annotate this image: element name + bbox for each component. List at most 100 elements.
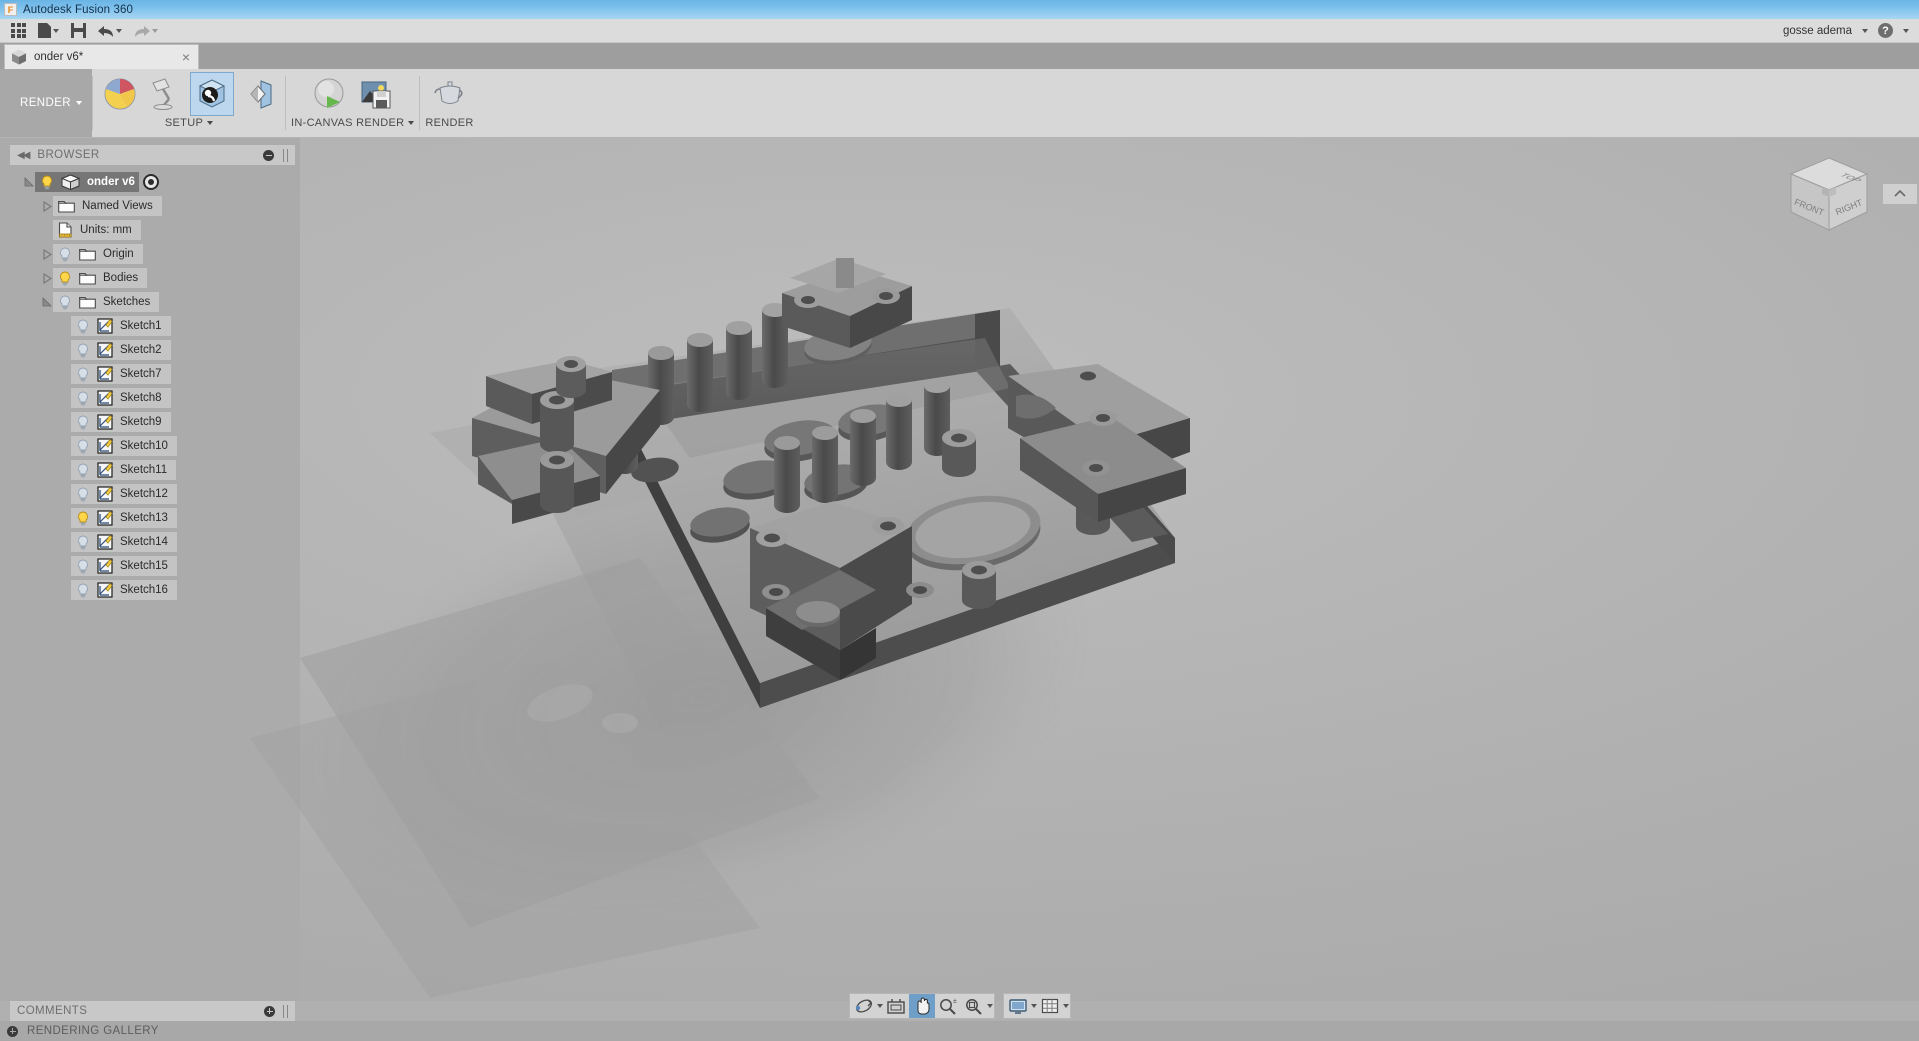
help-icon[interactable]: ? xyxy=(1878,23,1893,38)
tree-row-sketch11[interactable]: Sketch11 xyxy=(10,458,300,482)
tree-item-sketch16[interactable]: Sketch16 xyxy=(71,580,177,600)
light-bulb-icon[interactable] xyxy=(76,391,90,406)
collapse-ribbon-button[interactable] xyxy=(1883,184,1917,204)
zoom-button[interactable]: ± xyxy=(935,994,961,1018)
tree-item-sketch14[interactable]: Sketch14 xyxy=(71,532,177,552)
scene-settings-button[interactable] xyxy=(144,72,188,116)
capture-image-button[interactable] xyxy=(354,72,398,116)
tree-item-bodies[interactable]: Bodies xyxy=(53,268,148,288)
undo-button[interactable] xyxy=(93,20,127,42)
panel-resize-grip[interactable] xyxy=(283,1004,288,1018)
target-dot-icon[interactable] xyxy=(142,174,159,190)
tree-row-named-views[interactable]: Named Views xyxy=(10,194,300,218)
tree-item-sketch9[interactable]: Sketch9 xyxy=(71,412,171,432)
light-bulb-icon[interactable] xyxy=(76,583,90,598)
minus-circle-icon[interactable] xyxy=(263,149,274,161)
ribbon-panel-in-canvas-render-label[interactable]: IN-CANVAS RENDER xyxy=(291,115,415,131)
appearance-button[interactable] xyxy=(98,72,142,116)
tree-item-sketch7[interactable]: Sketch7 xyxy=(71,364,171,384)
light-bulb-icon[interactable] xyxy=(58,295,72,310)
display-settings-button[interactable] xyxy=(1005,994,1031,1018)
light-bulb-icon[interactable] xyxy=(76,487,90,502)
tree-row-sketch7[interactable]: Sketch7 xyxy=(10,362,300,386)
new-document-button[interactable] xyxy=(33,20,64,42)
show-data-panel-button[interactable] xyxy=(6,20,31,42)
tree-row-sketches[interactable]: Sketches xyxy=(10,290,300,314)
pan-button[interactable] xyxy=(908,994,935,1018)
chevron-down-icon[interactable] xyxy=(1862,28,1868,33)
tree-row-sketch13[interactable]: Sketch13 xyxy=(10,506,300,530)
view-cube[interactable]: TOP FRONT RIGHT xyxy=(1781,150,1877,240)
tree-row-onder v6[interactable]: onder v6 xyxy=(10,170,300,194)
redo-button[interactable] xyxy=(129,20,163,42)
texture-map-controls-button[interactable] xyxy=(190,72,234,116)
light-bulb-icon[interactable] xyxy=(58,247,72,262)
light-bulb-icon[interactable] xyxy=(76,415,90,430)
decal-button[interactable] xyxy=(236,72,280,116)
tree-row-sketch2[interactable]: Sketch2 xyxy=(10,338,300,362)
tree-item-sketch11[interactable]: Sketch11 xyxy=(71,460,177,480)
tree-row-sketch16[interactable]: Sketch16 xyxy=(10,578,300,602)
tree-row-sketch10[interactable]: Sketch10 xyxy=(10,434,300,458)
light-bulb-icon[interactable] xyxy=(76,439,90,454)
plus-circle-icon[interactable] xyxy=(7,1025,18,1037)
tree-item-sketch15[interactable]: Sketch15 xyxy=(71,556,177,576)
tree-item-sketch8[interactable]: Sketch8 xyxy=(71,388,171,408)
tree-row-sketch12[interactable]: Sketch12 xyxy=(10,482,300,506)
light-bulb-icon[interactable] xyxy=(58,271,72,286)
in-canvas-render-button[interactable] xyxy=(308,72,352,116)
tree-item-sketch10[interactable]: Sketch10 xyxy=(71,436,177,456)
light-bulb-icon[interactable] xyxy=(40,175,54,190)
ribbon-panel-setup-label[interactable]: SETUP xyxy=(165,115,214,131)
chevron-down-icon[interactable] xyxy=(1903,28,1909,33)
tree-row-origin[interactable]: Origin xyxy=(10,242,300,266)
light-bulb-icon[interactable] xyxy=(76,559,90,574)
tree-row-sketch15[interactable]: Sketch15 xyxy=(10,554,300,578)
tree-item-named-views[interactable]: Named Views xyxy=(53,196,162,216)
expander-closed-icon[interactable] xyxy=(42,272,53,284)
plus-circle-icon[interactable] xyxy=(264,1005,275,1017)
document-tab[interactable]: onder v6* × xyxy=(4,44,199,69)
expander-closed-icon[interactable] xyxy=(42,200,53,212)
tree-row-units[interactable]: Units: mm xyxy=(10,218,300,242)
expander-open-icon[interactable] xyxy=(24,176,35,188)
tree-row-bodies[interactable]: Bodies xyxy=(10,266,300,290)
light-bulb-icon[interactable] xyxy=(76,367,90,382)
zoom-fit-button[interactable] xyxy=(961,994,987,1018)
tree-item-sketch1[interactable]: Sketch1 xyxy=(71,316,171,336)
orbit-button[interactable] xyxy=(851,994,877,1018)
expander-open-icon[interactable] xyxy=(42,296,53,308)
grid-snaps-button[interactable] xyxy=(1037,994,1063,1018)
look-at-button[interactable] xyxy=(883,994,909,1018)
light-bulb-icon[interactable] xyxy=(76,319,90,334)
chevron-down-icon[interactable] xyxy=(986,1004,993,1008)
render-button[interactable] xyxy=(428,72,472,116)
ribbon-grip[interactable] xyxy=(0,69,10,137)
tree-item-sketch13[interactable]: Sketch13 xyxy=(71,508,177,528)
ribbon-panel-render-label[interactable]: RENDER xyxy=(425,115,473,131)
tree-row-sketch14[interactable]: Sketch14 xyxy=(10,530,300,554)
light-bulb-icon[interactable] xyxy=(76,463,90,478)
tree-row-sketch1[interactable]: Sketch1 xyxy=(10,314,300,338)
tree-item-sketches[interactable]: Sketches xyxy=(53,292,160,312)
light-bulb-icon[interactable] xyxy=(76,511,90,526)
tree-item-sketch2[interactable]: Sketch2 xyxy=(71,340,171,360)
light-bulb-icon[interactable] xyxy=(76,343,90,358)
tree-item-units[interactable]: Units: mm xyxy=(53,220,141,240)
chevron-down-icon[interactable] xyxy=(1062,1004,1069,1008)
save-button[interactable] xyxy=(66,20,91,42)
tree-item-sketch12[interactable]: Sketch12 xyxy=(71,484,177,504)
panel-resize-grip[interactable] xyxy=(283,148,288,162)
expander-closed-icon[interactable] xyxy=(42,248,53,260)
tree-row-sketch9[interactable]: Sketch9 xyxy=(10,410,300,434)
tree-item-onder v6[interactable]: onder v6 xyxy=(35,172,139,192)
rendering-gallery-bar[interactable]: RENDERING GALLERY xyxy=(0,1021,1919,1041)
workspace-switcher[interactable]: RENDER xyxy=(10,69,92,137)
sketch-icon xyxy=(97,414,113,430)
tree-item-origin[interactable]: Origin xyxy=(53,244,143,264)
tree-row-sketch8[interactable]: Sketch8 xyxy=(10,386,300,410)
close-icon[interactable]: × xyxy=(180,49,192,65)
user-account-name[interactable]: gosse adema xyxy=(1783,25,1852,37)
light-bulb-icon[interactable] xyxy=(76,535,90,550)
collapse-left-icon[interactable]: ◀◀ xyxy=(17,150,30,161)
